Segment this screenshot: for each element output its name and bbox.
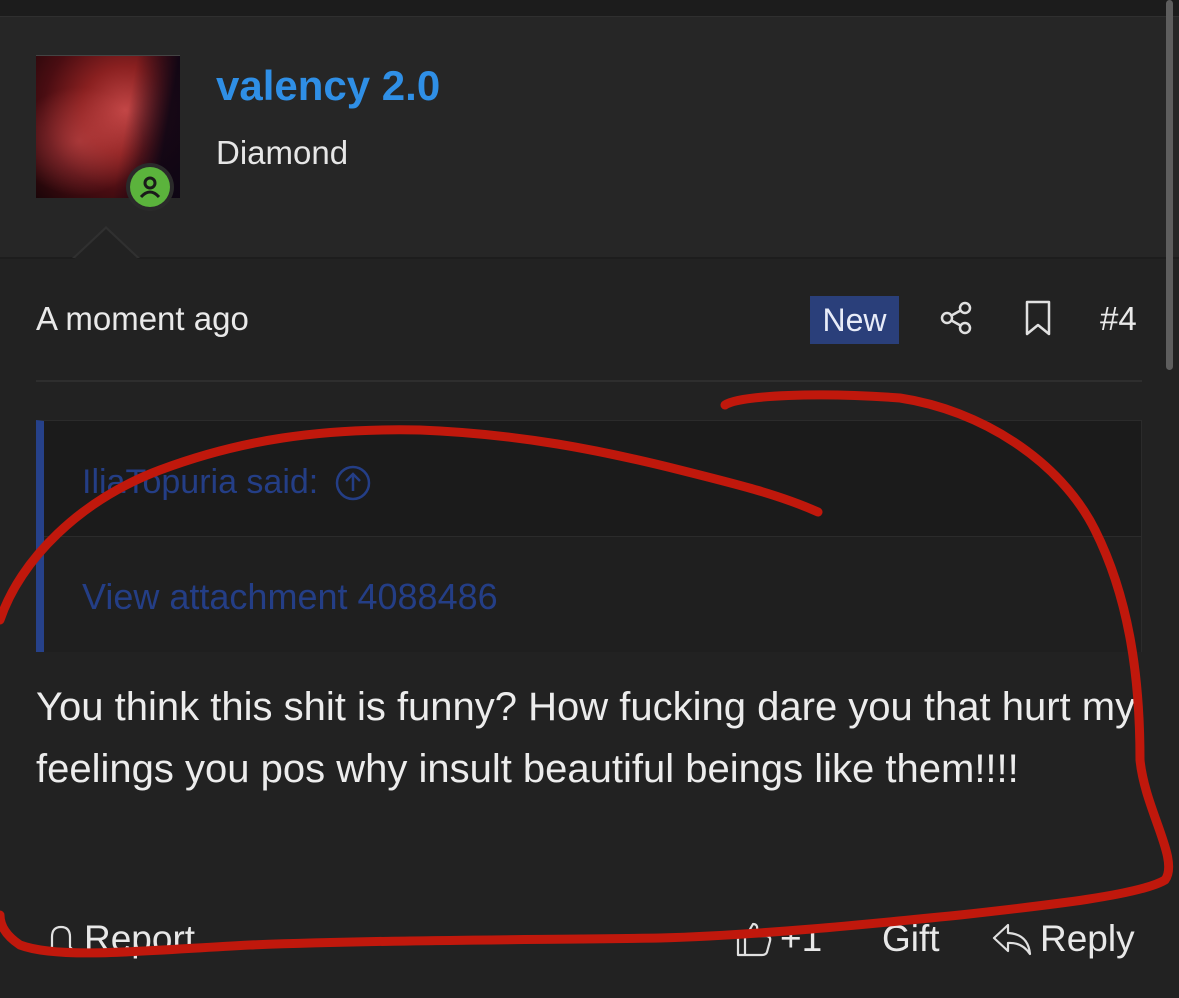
report-button[interactable]: Report [44, 918, 195, 960]
quote-header: IliaTopuria said: [44, 421, 1141, 537]
thumbs-up-icon [736, 922, 772, 957]
gift-button[interactable]: Gift [882, 918, 940, 960]
online-user-icon [139, 176, 161, 199]
share-icon[interactable] [936, 298, 976, 338]
online-status-badge [126, 163, 174, 211]
reply-icon [992, 923, 1032, 956]
divider [36, 380, 1142, 382]
post-timestamp[interactable]: A moment ago [36, 300, 249, 338]
report-label: Report [84, 918, 196, 959]
quote-block: IliaTopuria said: View attachment 408848… [36, 420, 1142, 652]
arrow-up-circle-icon[interactable] [334, 464, 372, 502]
reply-label: Reply [1040, 918, 1135, 959]
scrollbar[interactable] [1166, 0, 1173, 370]
username-link[interactable]: valency 2.0 [216, 62, 440, 110]
quote-author-link[interactable]: IliaTopuria said: [82, 463, 372, 502]
post-number[interactable]: #4 [1100, 300, 1137, 338]
like-button[interactable]: +1 [734, 918, 822, 960]
bookmark-icon[interactable] [1018, 298, 1058, 338]
new-badge: New [810, 296, 899, 344]
user-block-caret-inner [74, 229, 138, 259]
gift-label: Gift [882, 918, 940, 959]
like-count: +1 [780, 918, 823, 959]
post-body: You think this shit is funny? How fuckin… [36, 685, 1136, 791]
top-bar [0, 0, 1179, 17]
attachment-link[interactable]: View attachment 4088486 [82, 576, 498, 618]
bell-icon [47, 925, 75, 955]
quote-author-text: IliaTopuria said: [82, 463, 319, 501]
user-rank: Diamond [216, 134, 349, 171]
reply-button[interactable]: Reply [990, 918, 1135, 960]
